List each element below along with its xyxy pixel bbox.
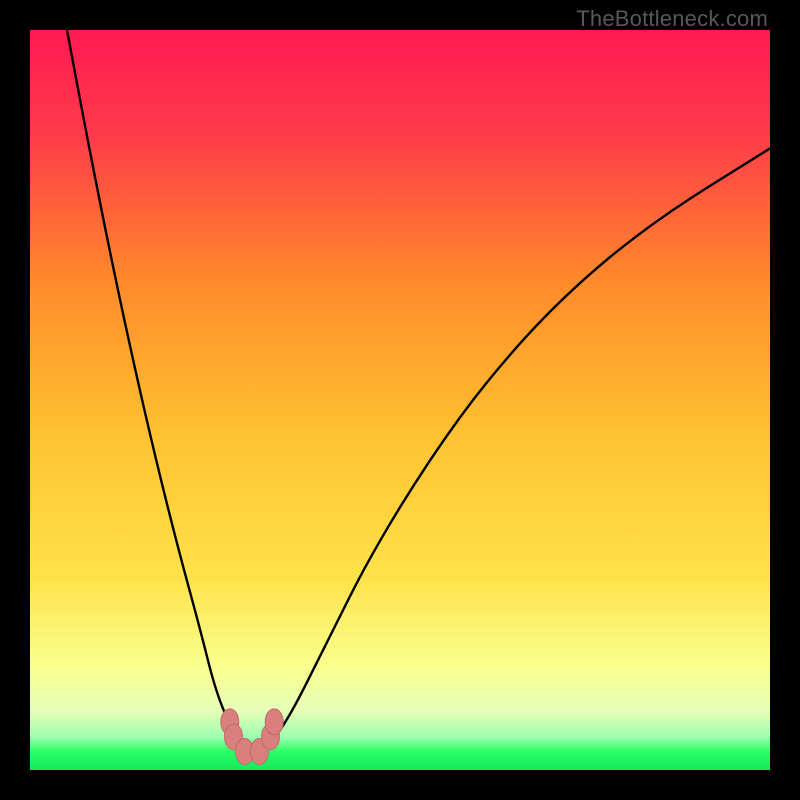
bottleneck-curve xyxy=(67,30,770,753)
chart-frame: TheBottleneck.com xyxy=(0,0,800,800)
watermark-text: TheBottleneck.com xyxy=(576,6,768,32)
curve-layer xyxy=(30,30,770,770)
plot-area xyxy=(30,30,770,770)
optimum-markers xyxy=(221,709,283,765)
optimum-marker xyxy=(265,709,283,735)
